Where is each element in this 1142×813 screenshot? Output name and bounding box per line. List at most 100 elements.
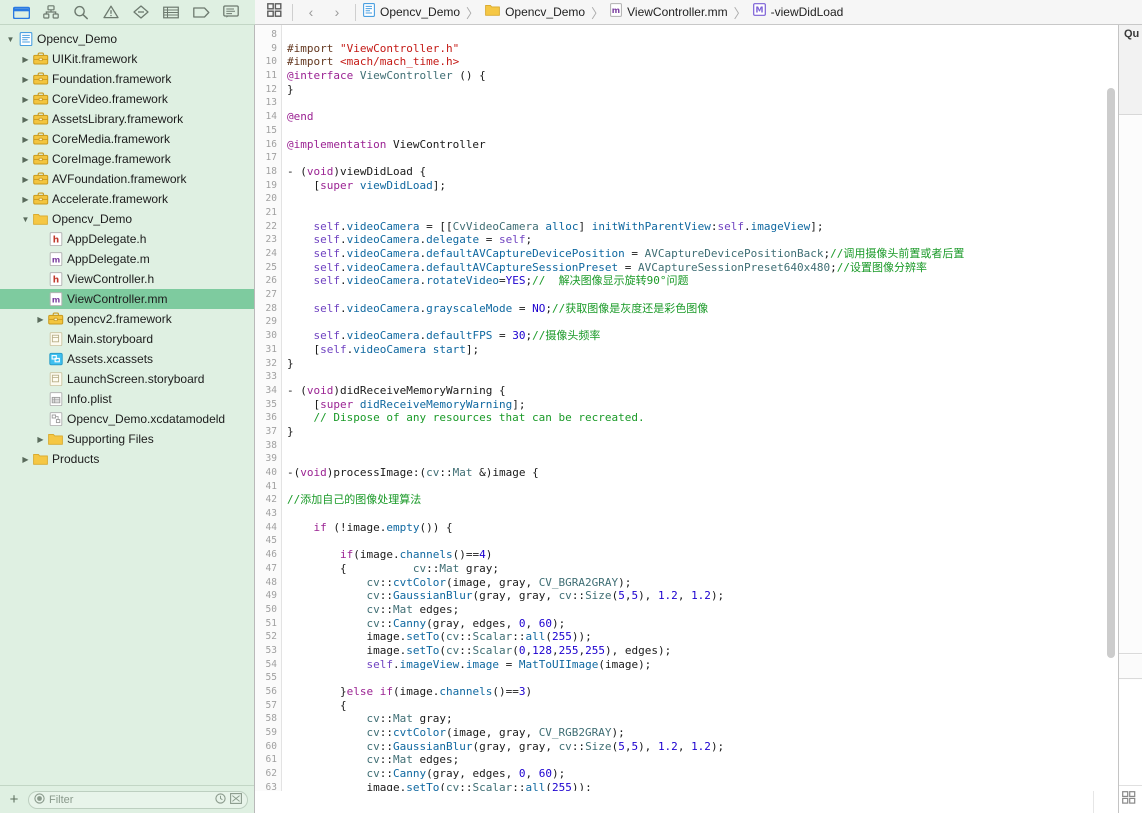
tree-row[interactable]: h AppDelegate.h — [0, 229, 254, 249]
code-line[interactable]: }else if(image.channels()==3) — [287, 685, 1118, 699]
breakpoint-navigator-tab[interactable] — [186, 2, 216, 23]
code-line[interactable]: self.videoCamera = [[CvVideoCamera alloc… — [287, 220, 1118, 234]
code-line[interactable]: cv::Canny(gray, edges, 0, 60); — [287, 617, 1118, 631]
disclosure-triangle-closed-icon[interactable]: ▶ — [19, 115, 32, 124]
code-line[interactable] — [287, 452, 1118, 466]
library-grid-icon[interactable] — [1122, 790, 1136, 809]
symbol-navigator-tab[interactable] — [66, 2, 96, 23]
code-line[interactable] — [287, 534, 1118, 548]
breadcrumb-item-group[interactable]: Opencv_Demo — [483, 3, 587, 21]
disclosure-triangle-closed-icon[interactable]: ▶ — [19, 195, 32, 204]
tree-row[interactable]: ▶ Foundation.framework — [0, 69, 254, 89]
code-line[interactable] — [287, 288, 1118, 302]
tree-row[interactable]: ▶ UIKit.framework — [0, 49, 254, 69]
tree-row[interactable]: ▶ CoreImage.framework — [0, 149, 254, 169]
tree-row[interactable]: ▶ AssetsLibrary.framework — [0, 109, 254, 129]
disclosure-triangle-closed-icon[interactable]: ▶ — [19, 135, 32, 144]
tree-row[interactable]: ▶ opencv2.framework — [0, 309, 254, 329]
code-line[interactable] — [287, 439, 1118, 453]
code-line[interactable]: @interface ViewController () { — [287, 69, 1118, 83]
disclosure-triangle-closed-icon[interactable]: ▶ — [19, 95, 32, 104]
tree-row[interactable]: Opencv_Demo.xcdatamodeld — [0, 409, 254, 429]
tree-row[interactable]: ▶ CoreMedia.framework — [0, 129, 254, 149]
code-line[interactable] — [287, 507, 1118, 521]
report-navigator-tab[interactable] — [216, 2, 246, 23]
editor-vertical-scrollbar[interactable] — [1107, 88, 1115, 658]
disclosure-triangle-closed-icon[interactable]: ▶ — [19, 455, 32, 464]
code-line[interactable]: } — [287, 357, 1118, 371]
code-line[interactable]: } — [287, 83, 1118, 97]
test-navigator-tab[interactable] — [126, 2, 156, 23]
code-line[interactable]: image.setTo(cv::Scalar(0,128,255,255), e… — [287, 644, 1118, 658]
code-content[interactable]: #import "ViewController.h" #import <mach/… — [282, 25, 1118, 813]
tree-row[interactable]: m AppDelegate.m — [0, 249, 254, 269]
disclosure-triangle-closed-icon[interactable]: ▶ — [19, 155, 32, 164]
back-button[interactable]: ‹ — [298, 1, 324, 23]
code-line[interactable]: //添加自己的图像处理算法 — [287, 493, 1118, 507]
code-line[interactable]: image.setTo(cv::Scalar::all(255)); — [287, 630, 1118, 644]
code-line[interactable]: cv::Mat gray; — [287, 712, 1118, 726]
disclosure-triangle-open-icon[interactable]: ▼ — [4, 35, 17, 44]
code-line[interactable]: cv::GaussianBlur(gray, gray, cv::Size(5,… — [287, 589, 1118, 603]
code-line[interactable] — [287, 28, 1118, 42]
code-line[interactable]: @implementation ViewController — [287, 138, 1118, 152]
breadcrumb-item-symbol[interactable]: M -viewDidLoad — [751, 3, 846, 21]
code-line[interactable]: self.imageView.image = MatToUIImage(imag… — [287, 658, 1118, 672]
code-line[interactable]: - (void)didReceiveMemoryWarning { — [287, 384, 1118, 398]
disclosure-triangle-closed-icon[interactable]: ▶ — [19, 75, 32, 84]
issue-navigator-tab[interactable] — [96, 2, 126, 23]
project-tree[interactable]: ▼ Opencv_Demo ▶ UIKit.framework ▶ Foundation.… — [0, 25, 254, 785]
tree-row[interactable]: ▶ Supporting Files — [0, 429, 254, 449]
code-line[interactable]: cv::Canny(gray, edges, 0, 60); — [287, 767, 1118, 781]
code-line[interactable]: @end — [287, 110, 1118, 124]
tree-row-selected[interactable]: m ViewController.mm — [0, 289, 254, 309]
source-editor[interactable]: 8 9 10 11 12 13 14 15 16 17 18 19 20 21 22 23 24 25 26 27 28… — [255, 25, 1118, 813]
code-line[interactable]: { cv::Mat gray; — [287, 562, 1118, 576]
code-line[interactable]: [super viewDidLoad]; — [287, 179, 1118, 193]
tree-row[interactable]: Info.plist — [0, 389, 254, 409]
disclosure-triangle-closed-icon[interactable]: ▶ — [19, 175, 32, 184]
code-line[interactable]: // Dispose of any resources that can be … — [287, 411, 1118, 425]
code-line[interactable]: #import "ViewController.h" — [287, 42, 1118, 56]
code-line[interactable]: self.videoCamera.defaultAVCaptureDeviceP… — [287, 247, 1118, 261]
clock-icon[interactable] — [215, 791, 226, 809]
code-line[interactable]: self.videoCamera.grayscaleMode = NO;//获取… — [287, 302, 1118, 316]
code-line[interactable]: self.videoCamera.delegate = self; — [287, 233, 1118, 247]
tree-row[interactable]: ▼ Opencv_Demo — [0, 29, 254, 49]
tree-row[interactable]: ▶ AVFoundation.framework — [0, 169, 254, 189]
code-line[interactable]: [super didReceiveMemoryWarning]; — [287, 398, 1118, 412]
code-line[interactable]: cv::cvtColor(image, gray, CV_BGRA2GRAY); — [287, 576, 1118, 590]
tree-row[interactable]: Main.storyboard — [0, 329, 254, 349]
tree-row[interactable]: LaunchScreen.storyboard — [0, 369, 254, 389]
code-line[interactable] — [287, 480, 1118, 494]
code-line[interactable] — [287, 96, 1118, 110]
code-line[interactable]: if (!image.empty()) { — [287, 521, 1118, 535]
sc-filter-icon[interactable] — [230, 791, 242, 809]
source-control-navigator-tab[interactable] — [36, 2, 66, 23]
tree-row[interactable]: ▼ Opencv_Demo — [0, 209, 254, 229]
code-line[interactable] — [287, 192, 1118, 206]
code-line[interactable]: if(image.channels()==4) — [287, 548, 1118, 562]
code-line[interactable] — [287, 671, 1118, 685]
code-line[interactable]: cv::Mat edges; — [287, 753, 1118, 767]
debug-navigator-tab[interactable] — [156, 2, 186, 23]
breadcrumb-item-project[interactable]: Opencv_Demo — [361, 2, 462, 22]
disclosure-triangle-closed-icon[interactable]: ▶ — [34, 435, 47, 444]
add-button[interactable]: + — [6, 791, 22, 808]
forward-button[interactable]: › — [324, 1, 350, 23]
tree-row[interactable]: h ViewController.h — [0, 269, 254, 289]
code-line[interactable]: -(void)processImage:(cv::Mat &)image { — [287, 466, 1118, 480]
code-line[interactable] — [287, 206, 1118, 220]
tree-row[interactable]: ▶ CoreVideo.framework — [0, 89, 254, 109]
code-line[interactable]: self.videoCamera.defaultAVCaptureSession… — [287, 261, 1118, 275]
code-line[interactable] — [287, 124, 1118, 138]
code-line[interactable] — [287, 151, 1118, 165]
code-line[interactable]: } — [287, 425, 1118, 439]
code-line[interactable] — [287, 315, 1118, 329]
tree-row[interactable]: ▶ Accelerate.framework — [0, 189, 254, 209]
code-line[interactable]: cv::GaussianBlur(gray, gray, cv::Size(5,… — [287, 740, 1118, 754]
tree-row[interactable]: Assets.xcassets — [0, 349, 254, 369]
related-items-button[interactable] — [261, 1, 287, 23]
code-line[interactable]: self.videoCamera.rotateVideo=YES;// 解决图像… — [287, 274, 1118, 288]
breadcrumb-item-file[interactable]: m ViewController.mm — [608, 2, 729, 22]
